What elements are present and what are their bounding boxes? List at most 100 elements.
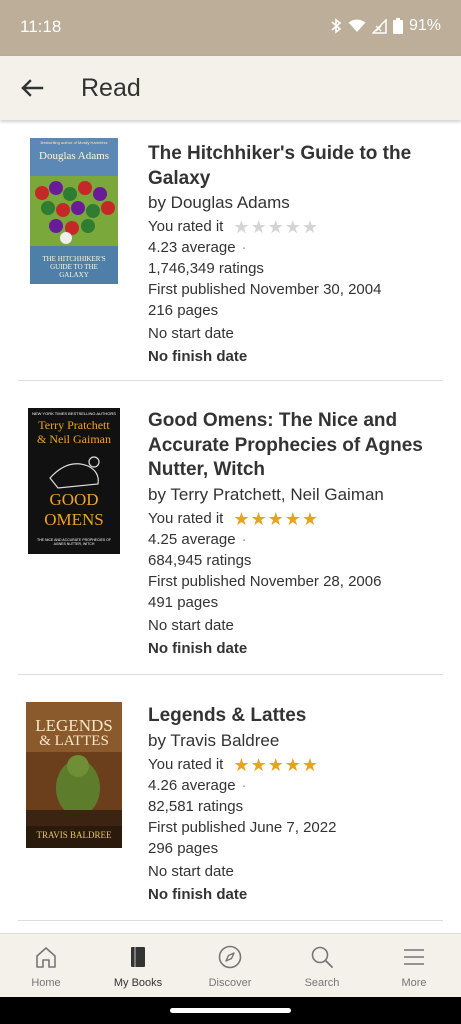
rated-label: You rated it xyxy=(148,755,224,773)
average-rating: 4.23 average · xyxy=(148,237,438,258)
cellular-signal-icon xyxy=(371,18,387,34)
star-icon[interactable]: ★ xyxy=(302,756,318,774)
compass-icon xyxy=(218,945,242,969)
star-icon[interactable]: ★ xyxy=(250,510,266,528)
star-icon[interactable]: ★ xyxy=(285,756,301,774)
status-icons: 91% xyxy=(330,17,441,35)
star-icon[interactable]: ★ xyxy=(285,510,301,528)
page-count: 296 pages xyxy=(148,839,219,857)
dot-separator: · xyxy=(241,530,247,548)
bluetooth-icon xyxy=(330,18,342,34)
page-count: 216 pages xyxy=(148,302,219,319)
cover-author: TRAVIS BALDREE xyxy=(36,830,112,840)
nav-discover[interactable]: Discover xyxy=(184,934,276,998)
search-icon xyxy=(311,946,333,968)
average-rating: 4.26 average · xyxy=(148,775,438,796)
status-time: 11:18 xyxy=(20,17,62,36)
arrow-left-icon xyxy=(21,79,44,97)
star-icon[interactable]: ★ xyxy=(268,218,284,236)
nav-my-books[interactable]: My Books xyxy=(92,934,184,998)
battery-percent: 91% xyxy=(408,17,441,34)
star-icon[interactable]: ★ xyxy=(302,218,318,236)
book-title[interactable]: The Hitchhiker's Guide to the Galaxy xyxy=(148,142,438,191)
rating-stars[interactable]: ★ ★ ★ ★ ★ xyxy=(233,510,318,528)
nav-my-books-label: My Books xyxy=(113,977,163,989)
system-navigation-bar xyxy=(0,997,461,1024)
average-text: 4.26 average xyxy=(148,776,236,794)
first-published: First published November 28, 2006 xyxy=(148,572,382,590)
rated-label: You rated it xyxy=(148,509,224,527)
book-info: The Hitchhiker's Guide to the Galaxy by … xyxy=(148,142,438,367)
finish-date[interactable]: No finish date xyxy=(148,884,438,905)
book-list: Bestselling author of Mostly Harmless Do… xyxy=(0,120,461,933)
user-rating: You rated it ★ ★ ★ ★ ★ xyxy=(148,509,438,529)
book-author[interactable]: by Douglas Adams xyxy=(148,192,438,214)
finish-date[interactable]: No finish date xyxy=(148,346,438,367)
user-rating: You rated it ★ ★ ★ ★ ★ xyxy=(148,217,438,237)
star-icon[interactable]: ★ xyxy=(233,756,249,774)
finish-date[interactable]: No finish date xyxy=(148,638,438,659)
star-icon[interactable]: ★ xyxy=(268,756,284,774)
star-icon[interactable]: ★ xyxy=(233,510,249,528)
nav-search[interactable]: Search xyxy=(276,934,368,998)
book-info: Legends & Lattes by Travis Baldree You r… xyxy=(148,704,438,905)
ratings-count: 82,581 ratings xyxy=(148,797,244,815)
back-button[interactable] xyxy=(18,74,46,102)
rated-label: You rated it xyxy=(148,218,224,235)
nav-search-label: Search xyxy=(304,977,340,989)
first-published: First published November 30, 2004 xyxy=(148,281,382,298)
app-bar: Read xyxy=(0,56,461,120)
user-rating: You rated it ★ ★ ★ ★ ★ xyxy=(148,755,438,775)
book-item[interactable]: NEW YORK TIMES BESTSELLING AUTHORS Terry… xyxy=(18,381,443,675)
cover-title: THE HITCHHIKER'S GUIDE TO THE GALAXY xyxy=(42,255,106,279)
status-bar: 11:18 91% xyxy=(0,0,461,56)
nav-home[interactable]: Home xyxy=(0,934,92,998)
cover-subtitle: THE NICE AND ACCURATE PROPHECIES OF AGNE… xyxy=(36,538,112,546)
home-gesture-handle[interactable] xyxy=(170,1008,291,1013)
cover-title-2: & LATTES xyxy=(39,733,109,749)
nav-more[interactable]: More xyxy=(368,934,460,998)
average-text: 4.25 average xyxy=(148,530,236,548)
page-count: 491 pages xyxy=(148,593,219,611)
start-date[interactable]: No start date xyxy=(148,323,438,344)
star-icon[interactable]: ★ xyxy=(268,510,284,528)
start-date[interactable]: No start date xyxy=(148,615,438,636)
book-cover[interactable]: NEW YORK TIMES BESTSELLING AUTHORS Terry… xyxy=(28,408,120,554)
book-item[interactable]: Bestselling author of Mostly Harmless Do… xyxy=(18,120,443,381)
star-icon[interactable]: ★ xyxy=(233,218,249,236)
book-icon xyxy=(131,947,145,967)
home-icon xyxy=(36,947,56,968)
rating-stars[interactable]: ★ ★ ★ ★ ★ xyxy=(233,756,318,774)
dot-separator: · xyxy=(241,239,247,256)
battery-icon xyxy=(392,18,403,34)
nav-home-label: Home xyxy=(31,977,61,989)
rating-stars[interactable]: ★ ★ ★ ★ ★ xyxy=(233,218,318,236)
average-rating: 4.25 average · xyxy=(148,529,438,550)
first-published: First published June 7, 2022 xyxy=(148,818,337,836)
book-author[interactable]: by Travis Baldree xyxy=(148,730,438,752)
book-item[interactable]: LEGENDS & LATTES TRAVIS BALDREE Legends … xyxy=(18,675,443,921)
star-icon[interactable]: ★ xyxy=(250,756,266,774)
book-title[interactable]: Good Omens: The Nice and Accurate Prophe… xyxy=(148,409,438,483)
book-cover[interactable]: Bestselling author of Mostly Harmless Do… xyxy=(30,138,118,284)
star-icon[interactable]: ★ xyxy=(285,218,301,236)
book-title[interactable]: Legends & Lattes xyxy=(148,704,438,729)
bottom-navigation: Home My Books Discover Search More xyxy=(0,933,461,997)
cover-illustration xyxy=(49,456,100,489)
book-author[interactable]: by Terry Pratchett, Neil Gaiman xyxy=(148,484,438,506)
start-date[interactable]: No start date xyxy=(148,861,438,882)
cover-tagline: Bestselling author of Mostly Harmless xyxy=(40,140,108,145)
ratings-count: 684,945 ratings xyxy=(148,551,252,569)
dot-separator: · xyxy=(241,776,247,794)
page-title: Read xyxy=(81,74,141,102)
nav-discover-label: Discover xyxy=(208,977,252,989)
star-icon[interactable]: ★ xyxy=(250,218,266,236)
book-info: Good Omens: The Nice and Accurate Prophe… xyxy=(148,409,438,659)
book-cover[interactable]: LEGENDS & LATTES TRAVIS BALDREE xyxy=(26,702,122,848)
wifi-icon xyxy=(348,19,366,33)
star-icon[interactable]: ★ xyxy=(302,510,318,528)
average-text: 4.23 average xyxy=(148,239,236,256)
nav-more-label: More xyxy=(401,977,427,989)
menu-icon xyxy=(404,949,424,965)
cover-title: GOOD OMENS xyxy=(44,490,104,529)
